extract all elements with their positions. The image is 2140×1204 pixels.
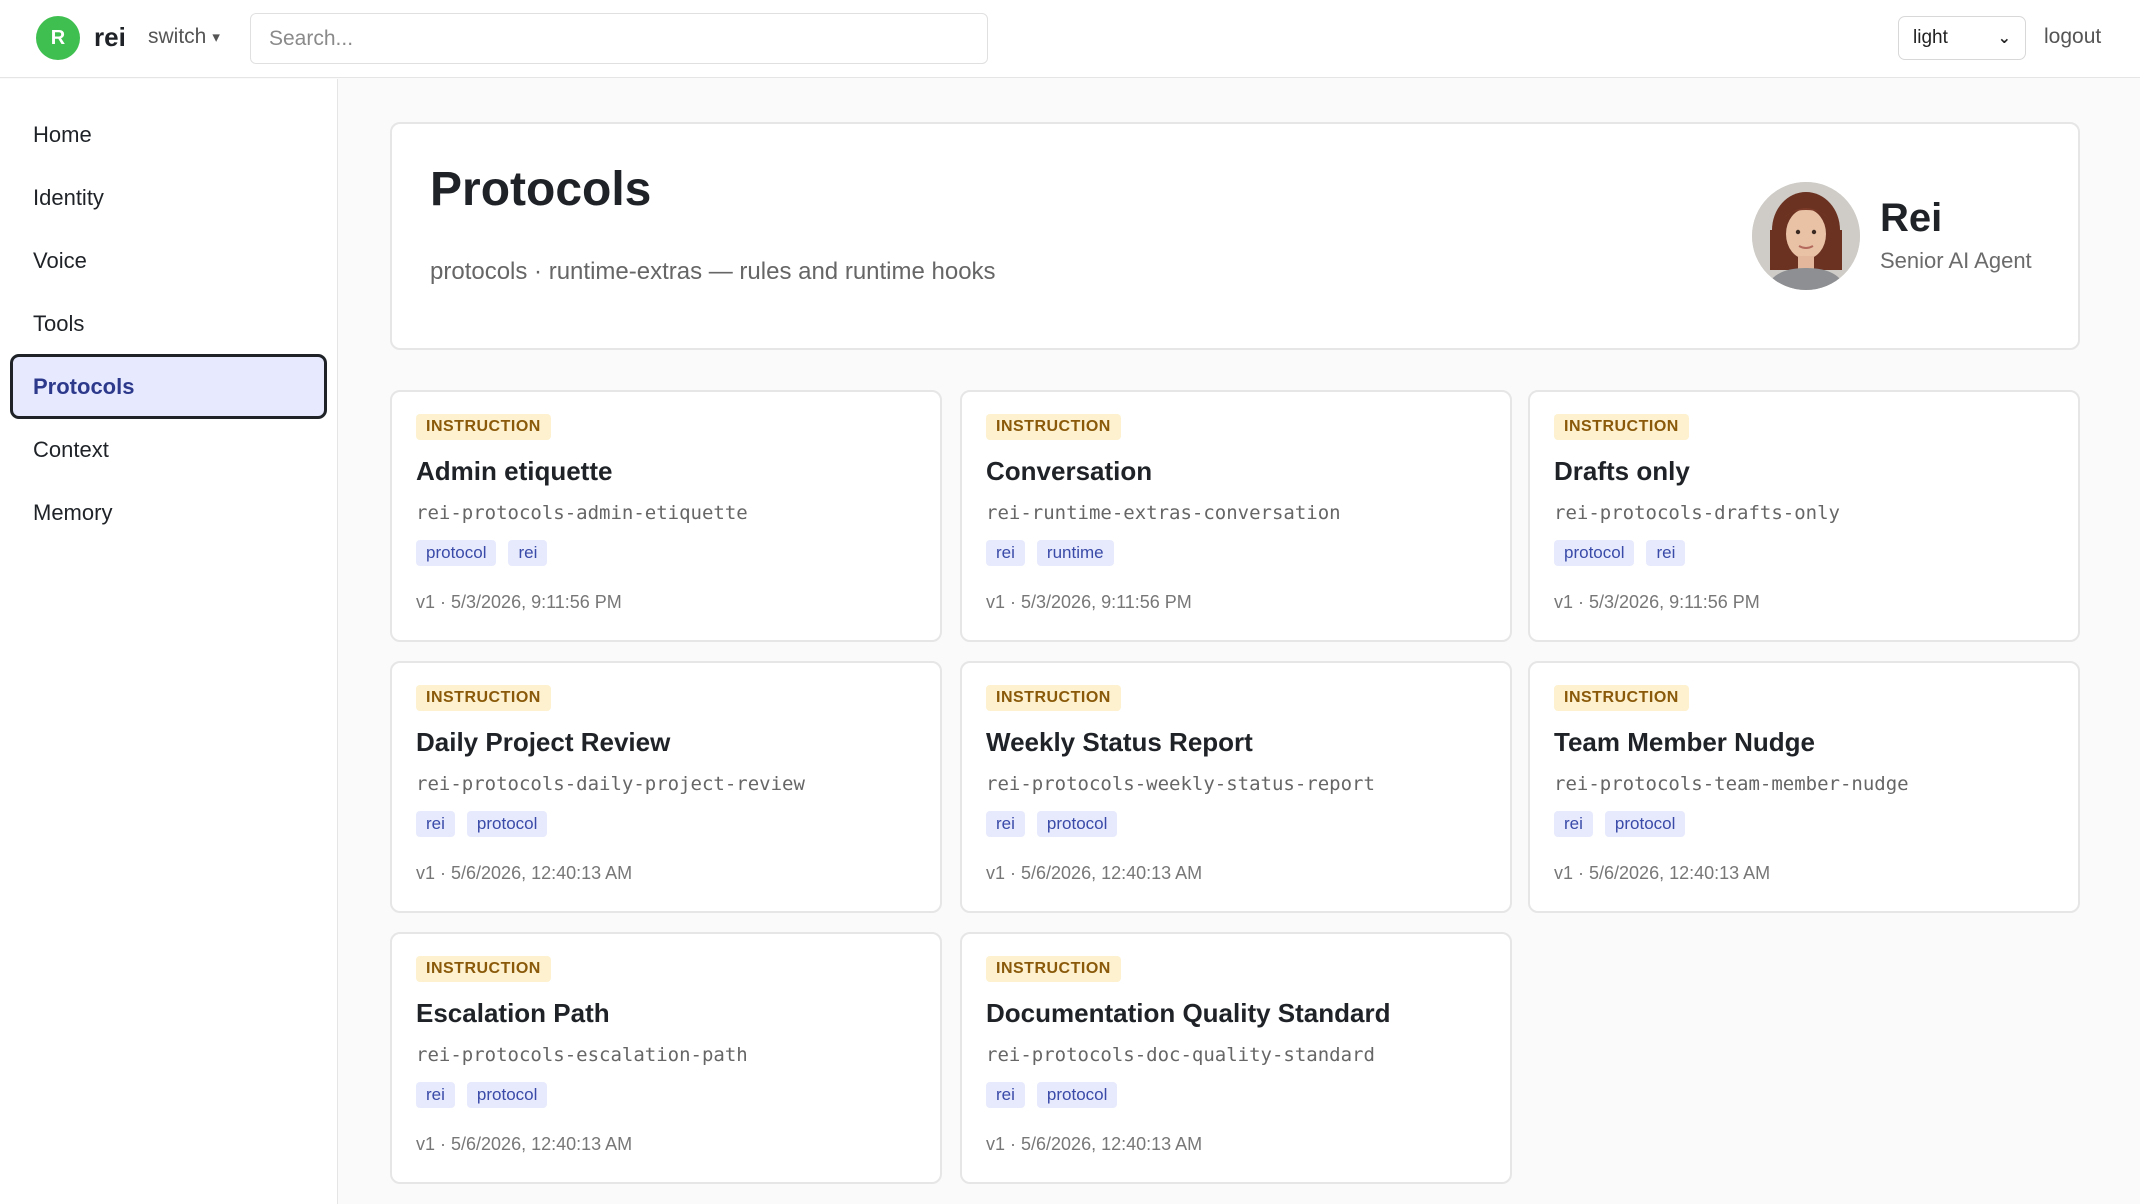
theme-select[interactable]: light ⌄ bbox=[1898, 16, 2026, 60]
type-badge: INSTRUCTION bbox=[1554, 414, 1689, 440]
protocol-card[interactable]: INSTRUCTION Weekly Status Report rei-pro… bbox=[960, 661, 1512, 913]
tag: rei bbox=[1554, 811, 1593, 837]
card-title: Weekly Status Report bbox=[986, 727, 1253, 757]
type-badge: INSTRUCTION bbox=[416, 956, 551, 982]
logout-link[interactable]: logout bbox=[2044, 25, 2101, 49]
tag-list: rei protocol bbox=[416, 811, 548, 837]
search-input[interactable] bbox=[250, 13, 988, 64]
card-slug: rei-protocols-drafts-only bbox=[1554, 502, 1840, 524]
card-slug: rei-protocols-escalation-path bbox=[416, 1044, 748, 1066]
tag: protocol bbox=[1604, 811, 1686, 837]
user-avatar[interactable]: R bbox=[36, 16, 80, 60]
caret-down-icon: ▾ bbox=[212, 29, 220, 46]
chevron-down-icon: ⌄ bbox=[1997, 30, 2011, 47]
card-slug: rei-runtime-extras-conversation bbox=[986, 502, 1341, 524]
card-slug: rei-protocols-doc-quality-standard bbox=[986, 1044, 1375, 1066]
card-meta: v1 · 5/6/2026, 12:40:13 AM bbox=[986, 863, 1203, 883]
tag: rei bbox=[416, 811, 455, 837]
card-meta: v1 · 5/3/2026, 9:11:56 PM bbox=[416, 592, 622, 612]
brand-name: rei bbox=[94, 22, 126, 52]
type-badge: INSTRUCTION bbox=[416, 685, 551, 711]
card-slug: rei-protocols-team-member-nudge bbox=[1554, 773, 1909, 795]
tag: rei bbox=[986, 540, 1025, 566]
card-title: Escalation Path bbox=[416, 998, 610, 1028]
page-subtitle: protocols · runtime-extras — rules and r… bbox=[430, 258, 996, 285]
sidebar-item-context[interactable]: Context bbox=[10, 417, 327, 482]
page-title: Protocols bbox=[430, 163, 652, 216]
switch-button[interactable]: switch ▾ bbox=[148, 25, 220, 49]
tag-list: rei runtime bbox=[986, 540, 1114, 566]
protocol-card[interactable]: INSTRUCTION Conversation rei-runtime-ext… bbox=[960, 390, 1512, 642]
sidebar-item-memory[interactable]: Memory bbox=[10, 480, 327, 545]
profile-name: Rei bbox=[1880, 196, 1943, 240]
type-badge: INSTRUCTION bbox=[416, 414, 551, 440]
type-badge: INSTRUCTION bbox=[986, 414, 1121, 440]
profile-role: Senior AI Agent bbox=[1880, 248, 2032, 273]
tag-list: rei protocol bbox=[1554, 811, 1686, 837]
sidebar-item-home[interactable]: Home bbox=[10, 102, 327, 167]
tag: protocol bbox=[1036, 1082, 1118, 1108]
card-title: Drafts only bbox=[1554, 456, 1690, 486]
tag-list: protocol rei bbox=[1554, 540, 1686, 566]
sidebar-item-tools[interactable]: Tools bbox=[10, 291, 327, 356]
card-title: Admin etiquette bbox=[416, 456, 613, 486]
card-slug: rei-protocols-admin-etiquette bbox=[416, 502, 748, 524]
tag-list: rei protocol bbox=[416, 1082, 548, 1108]
protocol-card[interactable]: INSTRUCTION Drafts only rei-protocols-dr… bbox=[1528, 390, 2080, 642]
tag: rei bbox=[416, 1082, 455, 1108]
card-meta: v1 · 5/3/2026, 9:11:56 PM bbox=[986, 592, 1192, 612]
tag: rei bbox=[986, 811, 1025, 837]
tag: protocol bbox=[1036, 811, 1118, 837]
sidebar-item-voice[interactable]: Voice bbox=[10, 228, 327, 293]
card-meta: v1 · 5/6/2026, 12:40:13 AM bbox=[1554, 863, 1771, 883]
card-meta: v1 · 5/6/2026, 12:40:13 AM bbox=[986, 1134, 1203, 1154]
protocol-card[interactable]: INSTRUCTION Escalation Path rei-protocol… bbox=[390, 932, 942, 1184]
tag: rei bbox=[508, 540, 548, 566]
type-badge: INSTRUCTION bbox=[1554, 685, 1689, 711]
tag: protocol bbox=[416, 540, 497, 566]
type-badge: INSTRUCTION bbox=[986, 685, 1121, 711]
tag: protocol bbox=[466, 1082, 548, 1108]
profile-photo bbox=[1752, 182, 1860, 290]
tag: runtime bbox=[1036, 540, 1114, 566]
tag-list: rei protocol bbox=[986, 811, 1118, 837]
card-meta: v1 · 5/3/2026, 9:11:56 PM bbox=[1554, 592, 1760, 612]
tag: protocol bbox=[1554, 540, 1635, 566]
card-title: Documentation Quality Standard bbox=[986, 998, 1391, 1028]
header-card: Protocols protocols · runtime-extras — r… bbox=[390, 122, 2080, 350]
protocol-card[interactable]: INSTRUCTION Admin etiquette rei-protocol… bbox=[390, 390, 942, 642]
switch-label: switch bbox=[148, 25, 207, 48]
card-title: Conversation bbox=[986, 456, 1153, 486]
profile-portrait-icon bbox=[1752, 182, 1860, 290]
tag: protocol bbox=[466, 811, 548, 837]
tag: rei bbox=[1646, 540, 1686, 566]
card-title: Team Member Nudge bbox=[1554, 727, 1816, 757]
protocol-card[interactable]: INSTRUCTION Daily Project Review rei-pro… bbox=[390, 661, 942, 913]
protocol-card[interactable]: INSTRUCTION Team Member Nudge rei-protoc… bbox=[1528, 661, 2080, 913]
sidebar-item-identity[interactable]: Identity bbox=[10, 165, 327, 230]
sidebar-item-protocols[interactable]: Protocols bbox=[10, 354, 327, 419]
type-badge: INSTRUCTION bbox=[986, 956, 1121, 982]
top-bar: R rei switch ▾ light ⌄ logout bbox=[0, 0, 2140, 78]
tag-list: rei protocol bbox=[986, 1082, 1118, 1108]
theme-select-value: light bbox=[1913, 27, 1948, 48]
tag-list: protocol rei bbox=[416, 540, 548, 566]
card-meta: v1 · 5/6/2026, 12:40:13 AM bbox=[416, 1134, 633, 1154]
sidebar: Home Identity Voice Tools Protocols Cont… bbox=[0, 79, 338, 1204]
tag: rei bbox=[986, 1082, 1025, 1108]
card-meta: v1 · 5/6/2026, 12:40:13 AM bbox=[416, 863, 633, 883]
card-title: Daily Project Review bbox=[416, 727, 671, 757]
card-slug: rei-protocols-weekly-status-report bbox=[986, 773, 1375, 795]
protocol-card[interactable]: INSTRUCTION Documentation Quality Standa… bbox=[960, 932, 1512, 1184]
card-slug: rei-protocols-daily-project-review bbox=[416, 773, 805, 795]
